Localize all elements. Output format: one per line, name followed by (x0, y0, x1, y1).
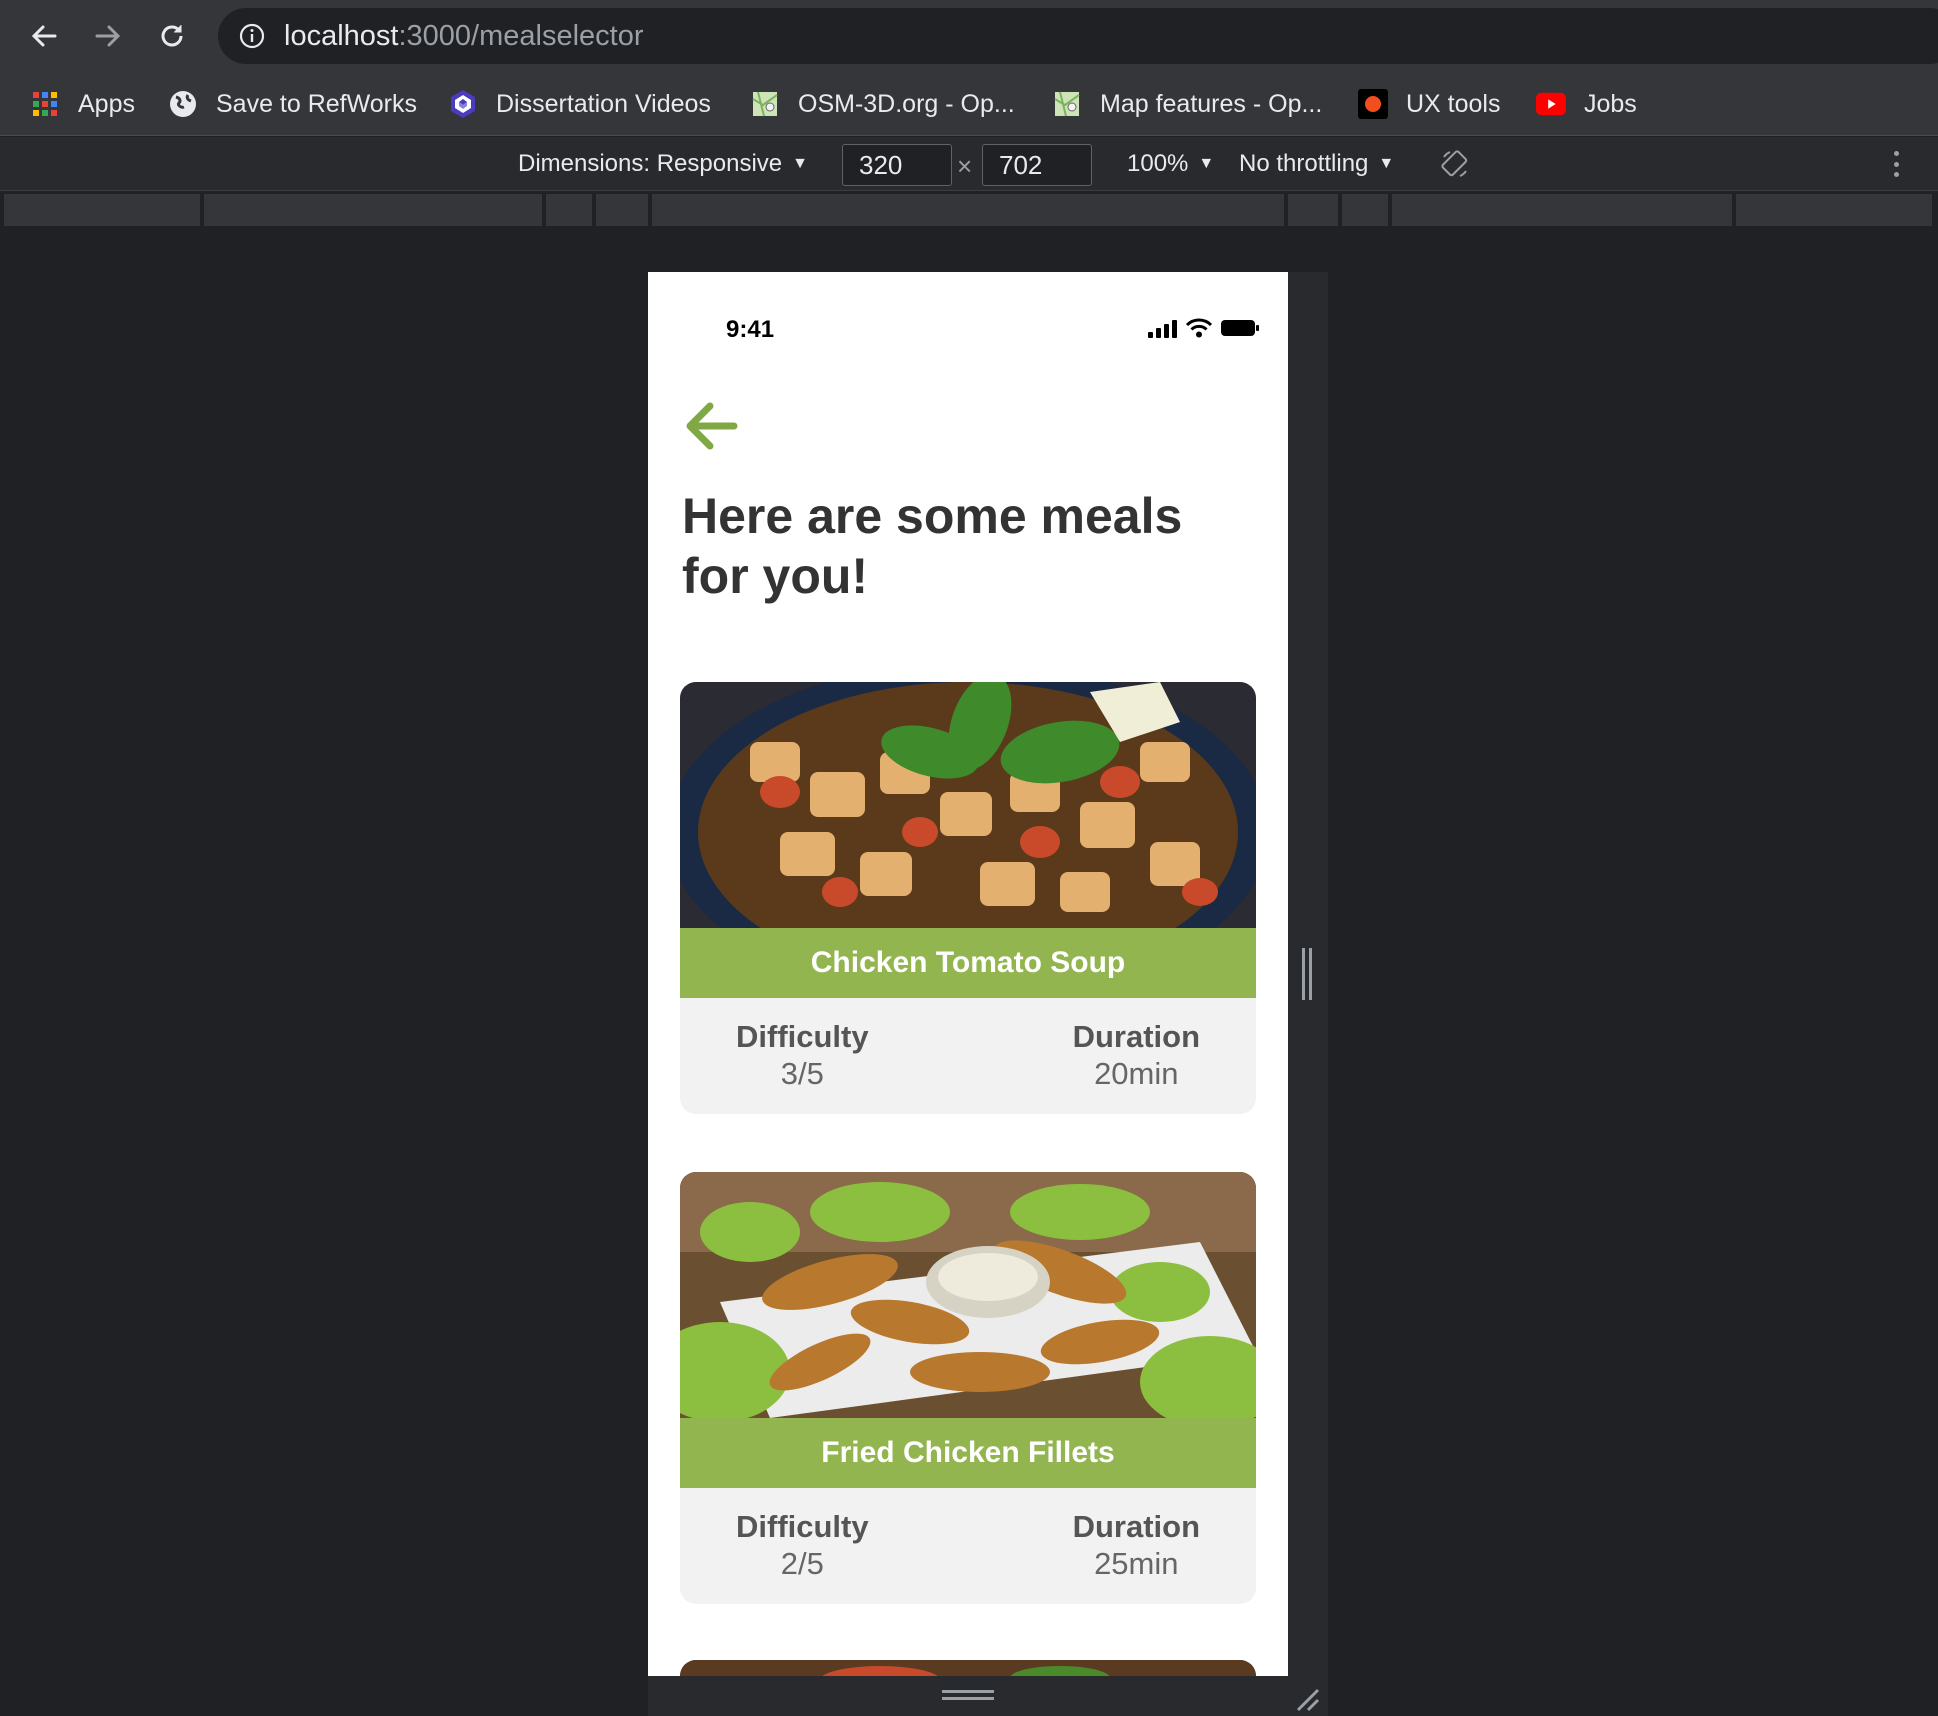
globe-icon (168, 89, 198, 119)
signal-icon (1148, 320, 1177, 338)
map-icon (1052, 89, 1082, 119)
status-icons (1148, 318, 1260, 338)
bookmark-label: Save to RefWorks (216, 89, 418, 118)
info-icon[interactable] (238, 22, 266, 50)
page-title: Here are some meals for you! (682, 488, 1183, 604)
bookmark-save-to-refworks[interactable]: Save to RefWorks (168, 86, 417, 122)
media-query-bar (0, 192, 1938, 228)
difficulty-stat: Difficulty 2/5 (736, 1508, 869, 1582)
zoom-label: 100% (1127, 150, 1189, 177)
back-button[interactable] (20, 12, 68, 60)
duration-label: Duration (1072, 1019, 1200, 1054)
width-input[interactable]: 320 (842, 144, 952, 186)
media-query-segment[interactable] (546, 194, 592, 226)
reload-button[interactable] (148, 12, 196, 60)
duration-value: 25min (1094, 1546, 1179, 1581)
bookmark-dissertation-videos[interactable]: Dissertation Videos (448, 86, 711, 122)
meal-card-partial[interactable] (680, 1660, 1256, 1676)
media-query-segment[interactable] (1288, 194, 1338, 226)
bookmark-apps[interactable]: Apps (30, 86, 135, 122)
media-query-segment[interactable] (204, 194, 542, 226)
height-input[interactable]: 702 (982, 144, 1092, 186)
grip-icon (942, 1690, 994, 1700)
map-icon (750, 89, 780, 119)
meal-photo (680, 1172, 1256, 1418)
reload-icon (161, 25, 183, 47)
meal-photo (680, 682, 1256, 928)
more-options-button[interactable] (1886, 147, 1906, 181)
arrow-left-icon (31, 25, 57, 47)
throttling-dropdown[interactable]: No throttling ▼ (1239, 149, 1394, 182)
device-toolbar: Dimensions: Responsive ▼ 320 × 702 100% ▼ … (0, 137, 1938, 191)
url-host: localhost (284, 20, 399, 52)
duration-label: Duration (1072, 1509, 1200, 1544)
bookmark-label: Map features - Op... (1100, 89, 1323, 118)
media-query-segment[interactable] (1392, 194, 1732, 226)
wifi-icon (1186, 318, 1212, 338)
device-viewport: 9:41 Here are some meals for you! Chicke… (648, 272, 1288, 1676)
meal-card[interactable]: Chicken Tomato Soup Difficulty 3/5 Durat… (680, 682, 1256, 1114)
resize-corner-icon[interactable] (1294, 1686, 1320, 1712)
forward-button[interactable] (84, 12, 132, 60)
media-query-segment[interactable] (596, 194, 648, 226)
difficulty-value: 2/5 (780, 1546, 824, 1581)
battery-icon (1221, 320, 1259, 336)
back-arrow-icon[interactable] (682, 398, 740, 454)
duration-value: 20min (1094, 1056, 1179, 1091)
meal-stats: Difficulty 3/5 Duration 20min (680, 998, 1256, 1114)
resize-handle-bottom[interactable] (648, 1676, 1328, 1716)
media-query-segment[interactable] (1736, 194, 1932, 226)
caret-down-icon: ▼ (1378, 155, 1395, 172)
meal-stats: Difficulty 2/5 Duration 25min (680, 1488, 1256, 1604)
record-dot-icon (1358, 89, 1388, 119)
difficulty-label: Difficulty (736, 1509, 869, 1544)
bookmark-osm-3d[interactable]: OSM-3D.org - Op... (750, 86, 1015, 122)
difficulty-label: Difficulty (736, 1019, 869, 1054)
bookmarks-bar: Apps Save to RefWorks Dissertation Video… (0, 72, 1938, 136)
caret-down-icon: ▼ (1198, 155, 1215, 172)
difficulty-value: 3/5 (780, 1056, 824, 1091)
rotate-button[interactable] (1440, 149, 1470, 179)
bookmark-label: Dissertation Videos (496, 89, 711, 118)
bookmark-label: UX tools (1406, 89, 1501, 118)
address-bar[interactable]: localhost:3000/mealselector (218, 8, 1938, 64)
duration-stat: Duration 25min (1073, 1508, 1200, 1582)
meal-photo (680, 1660, 1256, 1676)
duration-stat: Duration 20min (1073, 1018, 1200, 1092)
meal-card[interactable]: Fried Chicken Fillets Difficulty 2/5 Dur… (680, 1172, 1256, 1604)
zoom-dropdown[interactable]: 100% ▼ (1127, 149, 1214, 182)
browser-toolbar: localhost:3000/mealselector (0, 0, 1938, 72)
media-query-segment[interactable] (1342, 194, 1388, 226)
dimensions-dropdown[interactable]: Dimensions: Responsive ▼ (518, 149, 808, 182)
media-query-segment[interactable] (652, 194, 1284, 226)
dimensions-label: Dimensions: Responsive (518, 150, 783, 177)
hexagon-logo-icon (448, 89, 478, 119)
arrow-right-icon (95, 25, 121, 47)
status-time: 9:41 (726, 316, 775, 343)
media-query-segment[interactable] (4, 194, 200, 226)
url-path: :3000/mealselector (398, 20, 644, 52)
throttling-label: No throttling (1239, 150, 1369, 177)
grip-icon (1302, 948, 1312, 1000)
difficulty-stat: Difficulty 3/5 (736, 1018, 869, 1092)
bookmark-jobs[interactable]: Jobs (1536, 86, 1637, 122)
youtube-icon (1536, 89, 1566, 119)
bookmark-map-features[interactable]: Map features - Op... (1052, 86, 1322, 122)
times-icon: × (957, 151, 973, 181)
meal-title: Chicken Tomato Soup (680, 928, 1256, 998)
caret-down-icon: ▼ (792, 155, 808, 172)
url-text: localhost:3000/mealselector (284, 20, 644, 52)
bookmark-label: OSM-3D.org - Op... (798, 89, 1015, 118)
resize-handle-right[interactable] (1288, 272, 1328, 1676)
bookmark-label: Apps (78, 89, 135, 118)
apps-grid-icon (30, 89, 60, 119)
bookmark-ux-tools[interactable]: UX tools (1358, 86, 1500, 122)
rotate-icon (1441, 150, 1468, 177)
bookmark-label: Jobs (1584, 89, 1637, 118)
meal-title: Fried Chicken Fillets (680, 1418, 1256, 1488)
